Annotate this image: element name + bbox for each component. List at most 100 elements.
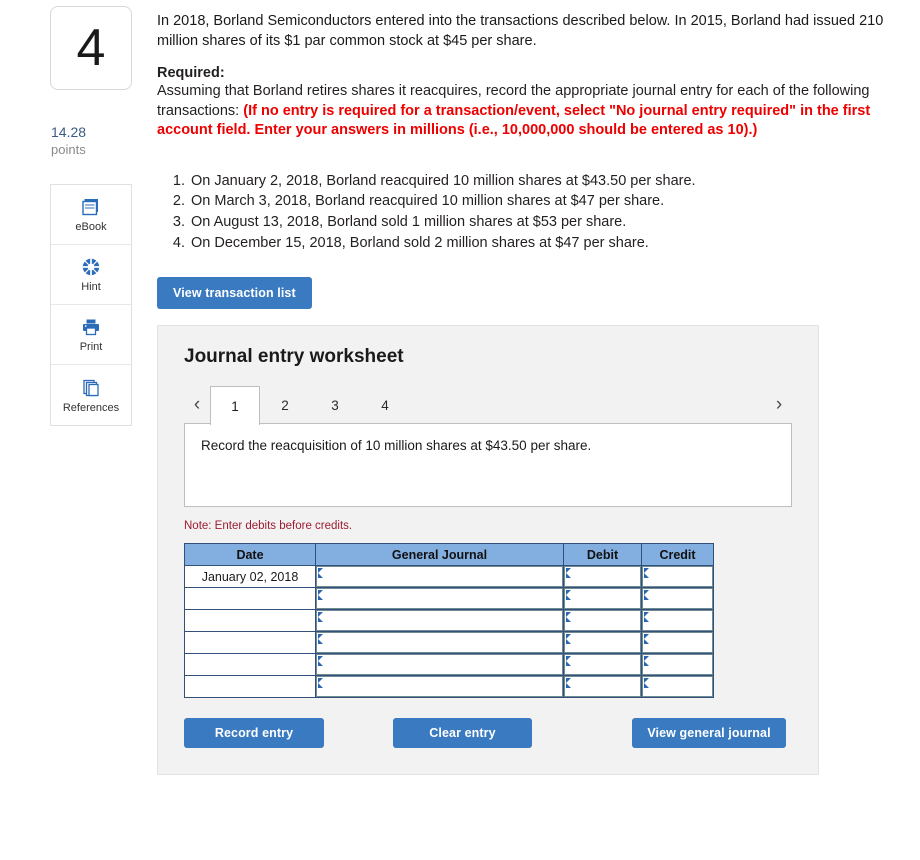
cell-general-journal[interactable] [315,675,564,699]
tab-4[interactable]: 4 [360,386,410,424]
tool-label: References [62,401,120,414]
debit-input[interactable] [564,610,641,632]
credit-input[interactable] [642,654,713,676]
points-value: 14.28 [51,124,87,140]
dropdown-marker-icon [644,590,649,601]
table-row [184,609,714,633]
account-input[interactable] [316,566,563,588]
account-input[interactable] [316,676,563,698]
table-row [184,675,714,699]
dropdown-marker-icon [566,656,571,667]
table-header-row: Date General Journal Debit Credit [184,543,714,567]
journal-entry-worksheet-panel: Journal entry worksheet ‹ 1 2 3 4 › Reco… [157,325,819,776]
question-body: In 2018, Borland Semiconductors entered … [157,12,902,776]
cell-date [184,653,316,677]
dropdown-marker-icon [644,612,649,623]
transaction-list: On January 2, 2018, Borland reacquired 1… [157,171,902,253]
cell-debit[interactable] [563,631,642,655]
tab-3[interactable]: 3 [310,386,360,424]
credit-input[interactable] [642,676,713,698]
cell-general-journal[interactable] [315,609,564,633]
printer-icon [80,316,102,338]
view-transaction-list-button[interactable]: View transaction list [157,277,312,310]
tab-1[interactable]: 1 [210,386,260,426]
cell-credit[interactable] [641,653,714,677]
next-tab-chevron-icon[interactable]: › [766,386,792,424]
cell-debit[interactable] [563,609,642,633]
worksheet-tabstrip: ‹ 1 2 3 4 › [184,386,792,426]
cell-date [184,609,316,633]
dropdown-marker-icon [644,634,649,645]
points-label: points [51,141,86,157]
required-instructions: Assuming that Borland retires shares it … [157,82,902,141]
cell-date [184,587,316,611]
cell-credit[interactable] [641,631,714,655]
tab-2[interactable]: 2 [260,386,310,424]
column-header-general-journal: General Journal [315,543,564,567]
credit-input[interactable] [642,632,713,654]
column-header-debit: Debit [563,543,642,567]
cell-debit[interactable] [563,587,642,611]
dropdown-marker-icon [318,678,323,689]
life-ring-icon [80,256,102,278]
cell-general-journal[interactable] [315,631,564,655]
cell-credit[interactable] [641,675,714,699]
dropdown-marker-icon [644,678,649,689]
question-rail: 4 14.28 points eBook Hint Print Referenc… [50,6,132,427]
worksheet-actions: Record entry Clear entry View general jo… [184,718,786,749]
view-general-journal-button[interactable]: View general journal [632,718,786,749]
debit-input[interactable] [564,632,641,654]
tool-print[interactable]: Print [51,305,131,366]
credit-input[interactable] [642,566,713,588]
dropdown-marker-icon [318,612,323,623]
table-row [184,631,714,655]
active-tab-panel: Record the reacquisition of 10 million s… [184,423,792,508]
clear-entry-button[interactable]: Clear entry [393,718,532,749]
list-item: On December 15, 2018, Borland sold 2 mil… [189,233,902,254]
cell-general-journal[interactable] [315,565,564,589]
account-input[interactable] [316,632,563,654]
dropdown-marker-icon [644,656,649,667]
cell-date [184,675,316,699]
credit-input[interactable] [642,610,713,632]
cell-credit[interactable] [641,609,714,633]
tool-label: Print [79,341,103,354]
debit-input[interactable] [564,588,641,610]
dropdown-marker-icon [566,612,571,623]
cell-credit[interactable] [641,565,714,589]
cell-credit[interactable] [641,587,714,611]
tool-hint[interactable]: Hint [51,245,131,306]
account-input[interactable] [316,588,563,610]
worksheet-title: Journal entry worksheet [184,346,404,368]
table-row: January 02, 2018 [184,565,714,589]
worksheet-tabs: 1 2 3 4 [210,386,410,426]
cell-debit[interactable] [563,565,642,589]
required-label: Required: [157,65,225,82]
cell-general-journal[interactable] [315,587,564,611]
journal-entry-table: Date General Journal Debit Credit Januar… [184,543,714,699]
cell-debit[interactable] [563,653,642,677]
tool-references[interactable]: References [51,365,131,425]
account-input[interactable] [316,654,563,676]
table-row [184,587,714,611]
prev-tab-chevron-icon[interactable]: ‹ [184,386,210,424]
record-entry-button[interactable]: Record entry [184,718,324,749]
cell-general-journal[interactable] [315,653,564,677]
dropdown-marker-icon [566,634,571,645]
cell-debit[interactable] [563,675,642,699]
points-block: 14.28 points [50,124,132,158]
pages-stack-icon [80,377,102,399]
list-item: On March 3, 2018, Borland reacquired 10 … [189,191,902,212]
debit-input[interactable] [564,676,641,698]
cell-date: January 02, 2018 [184,565,316,589]
credit-input[interactable] [642,588,713,610]
question-number: 4 [76,19,106,77]
debit-input[interactable] [564,566,641,588]
account-input[interactable] [316,610,563,632]
dropdown-marker-icon [566,590,571,601]
dropdown-marker-icon [644,568,649,579]
intro-paragraph: In 2018, Borland Semiconductors entered … [157,13,884,49]
tool-ebook[interactable]: eBook [51,185,131,246]
debit-input[interactable] [564,654,641,676]
dropdown-marker-icon [566,678,571,689]
